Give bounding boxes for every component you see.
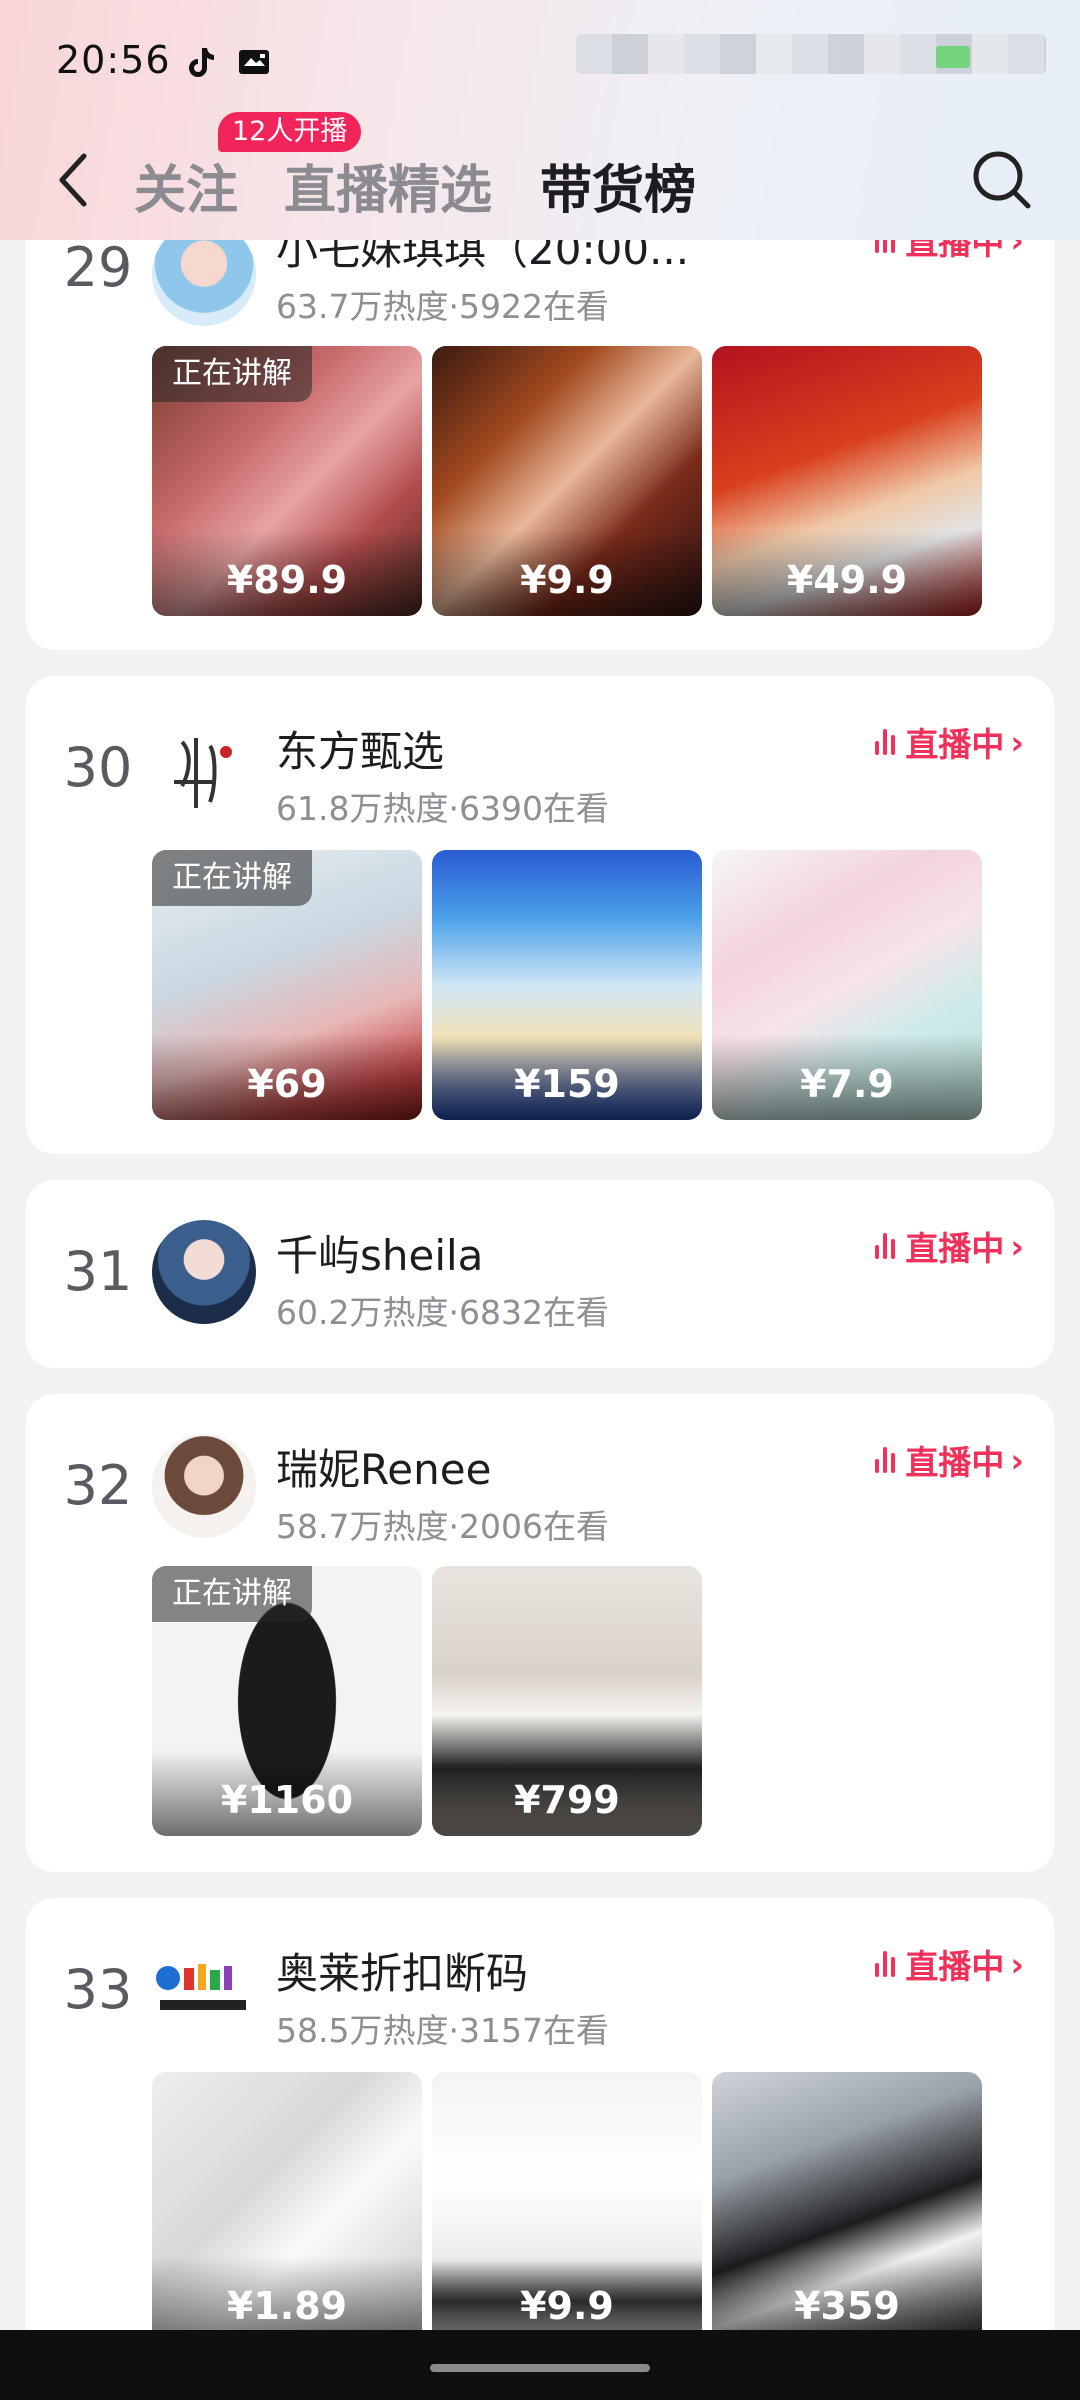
- product-card[interactable]: 正在讲解 ¥1160: [152, 1566, 422, 1836]
- product-price: ¥7.9: [712, 1034, 982, 1120]
- avatar[interactable]: [152, 722, 256, 826]
- live-link[interactable]: 直播中 ›: [875, 718, 1024, 766]
- rank-number: 33: [63, 1958, 133, 2021]
- product-card[interactable]: 正在讲解 ¥89.9: [152, 346, 422, 616]
- product-price: ¥89.9: [152, 530, 422, 616]
- ranking-card-31[interactable]: 31 千屿sheila 60.2万热度·6832在看 直播中 ›: [26, 1180, 1054, 1368]
- avatar[interactable]: [152, 1434, 256, 1538]
- rank-number: 29: [63, 236, 133, 299]
- search-icon[interactable]: [968, 146, 1034, 212]
- product-price: ¥159: [432, 1034, 702, 1120]
- rank-number: 32: [63, 1454, 133, 1517]
- live-bars-icon: [875, 729, 896, 755]
- chevron-right-icon: ›: [1010, 722, 1024, 762]
- live-bars-icon: [875, 1447, 896, 1473]
- live-count-badge: 12人开播: [218, 112, 362, 152]
- explaining-tag: 正在讲解: [152, 346, 312, 402]
- ranking-card-30[interactable]: 30 东方甄选 61.8万热度·6390在看 直播中 › 正在讲解 ¥69 ¥1…: [26, 676, 1054, 1154]
- live-label: 直播中: [905, 1229, 1005, 1268]
- product-row: 正在讲解 ¥69 ¥159 ¥7.9: [152, 850, 982, 1120]
- back-button[interactable]: [50, 148, 100, 212]
- navigation-bar: [0, 2330, 1080, 2400]
- product-row: 正在讲解 ¥89.9 ¥9.9 ¥49.9: [152, 346, 982, 616]
- product-card[interactable]: ¥799: [432, 1566, 702, 1836]
- product-card[interactable]: ¥9.9: [432, 346, 702, 616]
- explaining-tag: 正在讲解: [152, 850, 312, 906]
- product-card[interactable]: ¥1.89: [152, 2072, 422, 2342]
- streamer-name[interactable]: 奥莱折扣断码: [276, 1940, 528, 2001]
- live-label: 直播中: [905, 1443, 1005, 1482]
- live-label: 直播中: [905, 1947, 1005, 1986]
- heat-stats: 60.2万热度·6832在看: [276, 1293, 609, 1332]
- live-link[interactable]: 直播中 ›: [875, 1222, 1024, 1270]
- top-header: 20:56 12人开播 关注 直播精选 带货榜: [0, 0, 1080, 240]
- streamer-name[interactable]: 瑞妮Renee: [276, 1436, 491, 1497]
- tab-live-picks[interactable]: 直播精选: [284, 148, 492, 223]
- tiktok-icon: [189, 48, 214, 77]
- status-time: 20:56: [56, 38, 171, 82]
- product-price: ¥9.9: [432, 530, 702, 616]
- product-price: ¥1160: [152, 1750, 422, 1836]
- status-icons-blurred: [576, 34, 1046, 74]
- product-price: ¥799: [432, 1750, 702, 1836]
- product-card[interactable]: ¥7.9: [712, 850, 982, 1120]
- heat-stats: 61.8万热度·6390在看: [276, 789, 609, 828]
- product-card[interactable]: ¥359: [712, 2072, 982, 2342]
- battery-indicator: [936, 46, 970, 68]
- live-label: 直播中: [905, 725, 1005, 764]
- ranking-card-33[interactable]: 33 奥莱折扣断码 58.5万热度·3157在看 直播中 › ¥1.89 ¥9.…: [26, 1898, 1054, 2378]
- home-indicator[interactable]: [430, 2364, 650, 2372]
- product-card[interactable]: ¥49.9: [712, 346, 982, 616]
- heat-stats: 58.5万热度·3157在看: [276, 2011, 609, 2050]
- chevron-right-icon: ›: [1010, 1944, 1024, 1984]
- streamer-name[interactable]: 东方甄选: [276, 718, 444, 779]
- heat-stats: 58.7万热度·2006在看: [276, 1507, 609, 1546]
- tab-following[interactable]: 关注: [134, 148, 238, 223]
- rank-number: 30: [63, 736, 133, 799]
- rank-number: 31: [63, 1240, 133, 1303]
- product-price: ¥69: [152, 1034, 422, 1120]
- product-card[interactable]: 正在讲解 ¥69: [152, 850, 422, 1120]
- live-link[interactable]: 直播中 ›: [875, 1436, 1024, 1484]
- product-price: ¥49.9: [712, 530, 982, 616]
- brand-logo-icon: [156, 1964, 246, 2010]
- product-row: ¥1.89 ¥9.9 ¥359: [152, 2072, 982, 2342]
- product-card[interactable]: ¥9.9: [432, 2072, 702, 2342]
- wallet-icon: [239, 50, 269, 74]
- ranking-card-29[interactable]: 29 小乇妹琪琪（20:00... 63.7万热度·5922在看 直播中 › 正…: [26, 180, 1054, 650]
- live-bars-icon: [875, 1951, 896, 1977]
- chevron-right-icon: ›: [1010, 1226, 1024, 1266]
- ranking-card-32[interactable]: 32 瑞妮Renee 58.7万热度·2006在看 直播中 › 正在讲解 ¥11…: [26, 1394, 1054, 1872]
- chevron-right-icon: ›: [1010, 1440, 1024, 1480]
- product-row: 正在讲解 ¥1160 ¥799: [152, 1566, 702, 1836]
- live-link[interactable]: 直播中 ›: [875, 1940, 1024, 1988]
- brand-logo-icon: [174, 738, 232, 808]
- product-card[interactable]: ¥159: [432, 850, 702, 1120]
- avatar[interactable]: [152, 1938, 256, 2042]
- live-bars-icon: [875, 1233, 896, 1259]
- heat-stats: 63.7万热度·5922在看: [276, 287, 609, 326]
- avatar[interactable]: [152, 1220, 256, 1324]
- tab-sales-ranking[interactable]: 带货榜: [540, 148, 696, 223]
- streamer-name[interactable]: 千屿sheila: [276, 1222, 483, 1283]
- explaining-tag: 正在讲解: [152, 1566, 312, 1622]
